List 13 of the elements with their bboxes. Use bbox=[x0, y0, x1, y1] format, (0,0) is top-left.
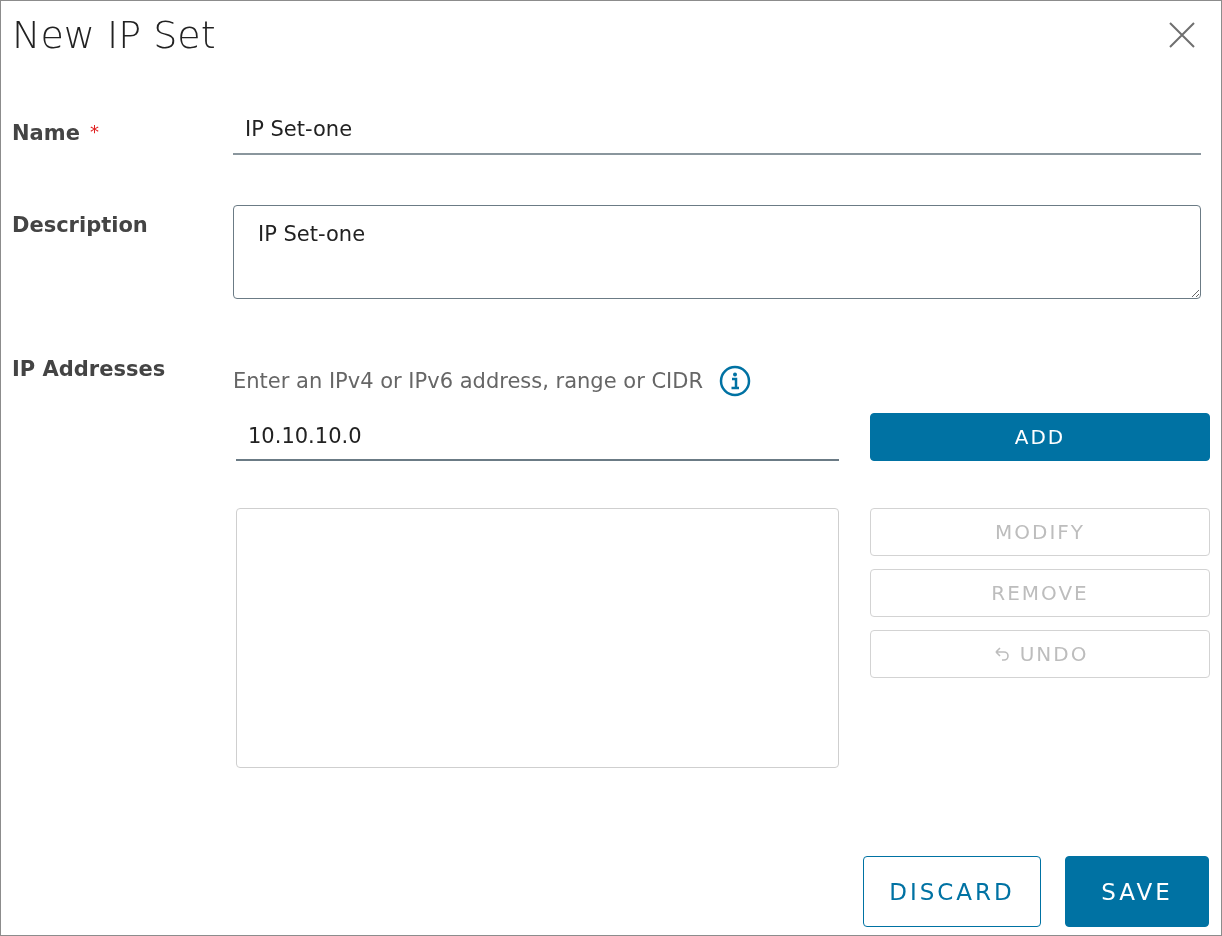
hint-text: Enter an IPv4 or IPv6 address, range or CIDR bbox=[233, 369, 704, 393]
dialog-title: New IP Set bbox=[12, 13, 216, 57]
ip-address-input[interactable]: 10.10.10.0 bbox=[236, 413, 839, 461]
info-icon[interactable] bbox=[719, 365, 752, 397]
discard-button[interactable]: DISCARD bbox=[863, 856, 1041, 927]
required-mark: * bbox=[89, 121, 99, 142]
save-button[interactable]: SAVE bbox=[1065, 856, 1209, 927]
name-label: Name bbox=[12, 121, 80, 145]
description-textarea[interactable]: IP Set-one bbox=[233, 205, 1201, 299]
description-label: Description bbox=[12, 213, 148, 237]
name-input[interactable]: IP Set-one bbox=[233, 105, 1201, 155]
ip-addresses-label: IP Addresses bbox=[12, 357, 166, 381]
add-button[interactable]: ADD bbox=[870, 413, 1210, 461]
